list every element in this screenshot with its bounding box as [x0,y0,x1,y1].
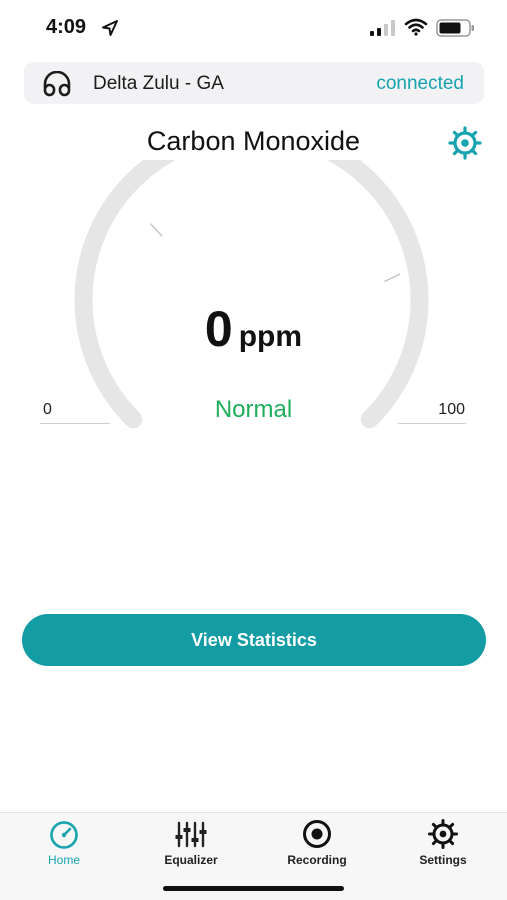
location-arrow-icon [102,20,118,36]
co-unit: ppm [238,320,303,353]
gauge-tick-left [149,223,163,237]
gauge-max-label: 100 [438,401,465,418]
headphones-icon [43,71,71,97]
gauge-max-underline [398,423,466,424]
speedometer-icon [50,821,78,849]
wifi-icon [404,18,428,36]
tab-equalizer-label: Equalizer [164,853,218,867]
device-connection-bar[interactable]: Delta Zulu - GA connected [24,62,484,104]
tab-home[interactable]: Home [9,819,119,873]
gear-icon [428,819,458,849]
tab-recording-label: Recording [287,853,347,867]
status-time: 4:09 [46,16,87,38]
co-value: 0 [204,301,233,357]
gauge-min-underline [40,423,110,424]
gauge-tick-right [384,273,401,283]
page-title: Carbon Monoxide [146,126,361,156]
device-name: Delta Zulu - GA [93,73,224,94]
co-reading: 0 ppm [0,300,507,358]
tab-settings[interactable]: Settings [388,819,498,873]
tab-recording[interactable]: Recording [262,819,372,873]
tab-home-label: Home [47,853,80,867]
home-indicator [163,886,344,891]
gauge-track [74,160,429,429]
status-bar: 4:09 [0,0,507,56]
cellular-signal-icon [370,20,395,36]
equalizer-sliders-icon [175,821,207,848]
gauge-min-label: 0 [43,401,52,418]
battery-icon [436,19,474,37]
tab-settings-label: Settings [419,853,467,867]
connection-status: connected [376,73,464,94]
gear-icon[interactable] [447,125,483,161]
record-icon [303,820,331,848]
tab-equalizer[interactable]: Equalizer [136,819,246,873]
co-level-status: Normal [214,396,293,423]
view-statistics-button[interactable]: View Statistics [22,614,486,666]
